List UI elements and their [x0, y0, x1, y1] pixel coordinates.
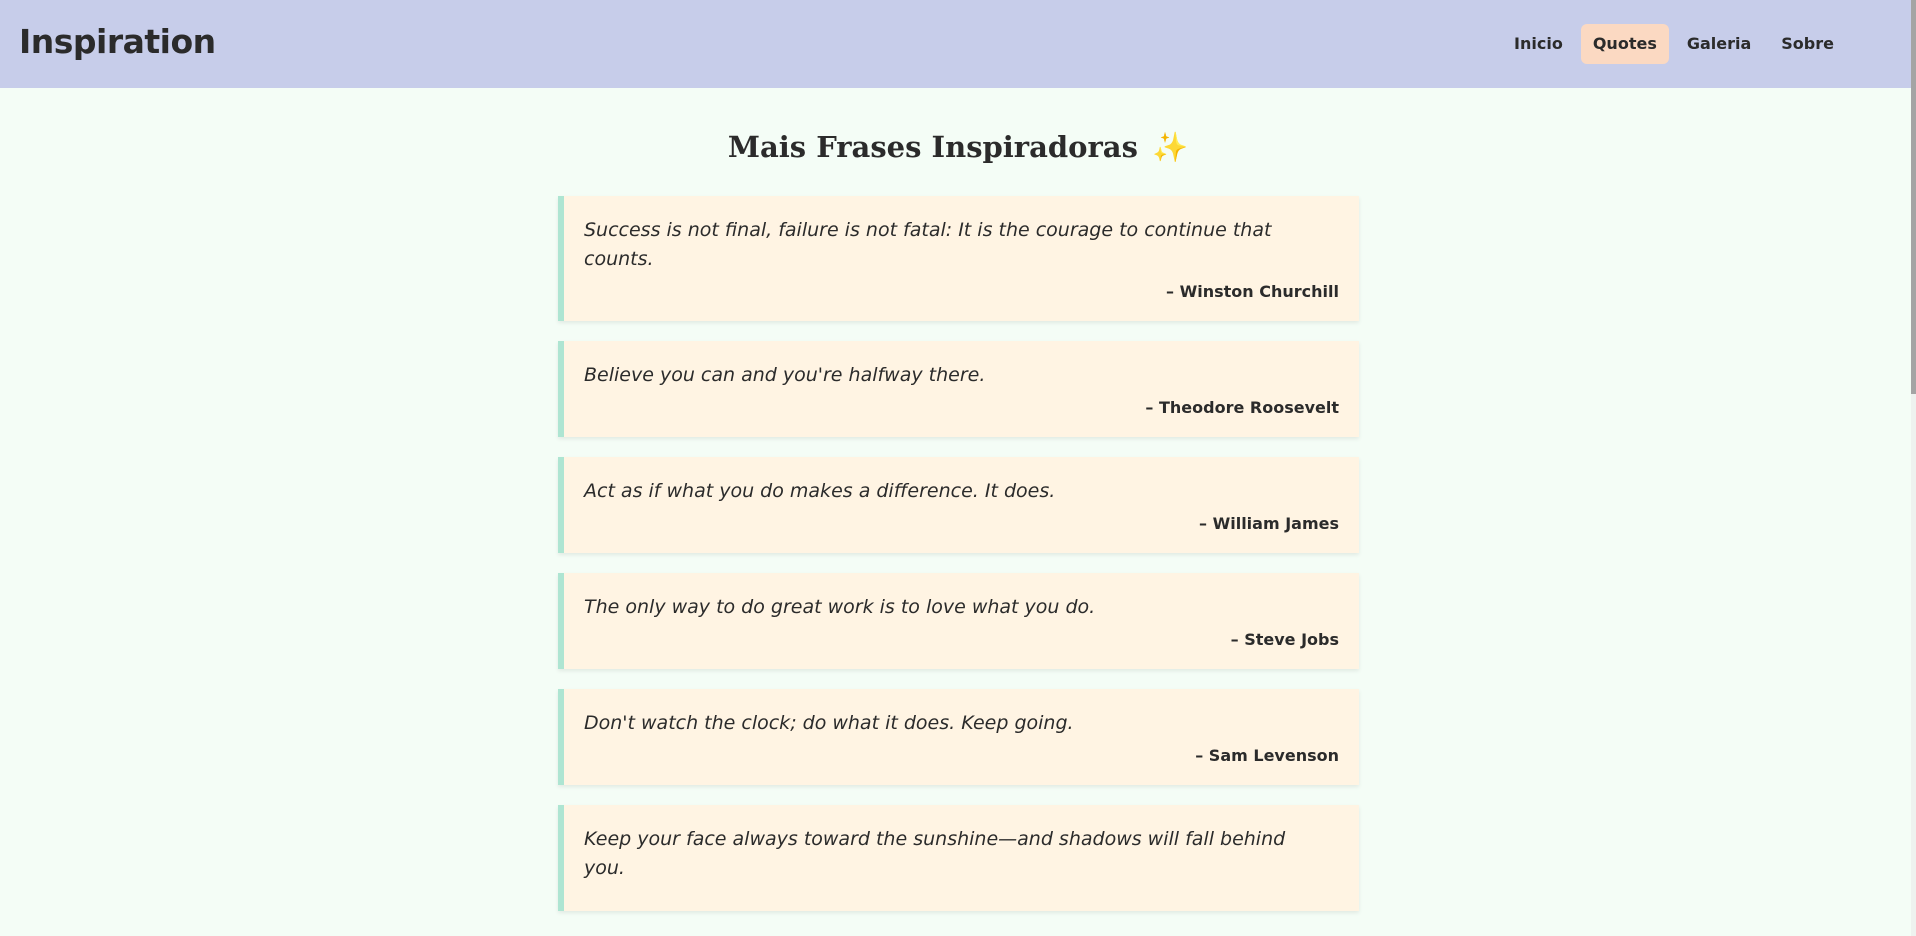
quote-author: – Sam Levenson: [1195, 746, 1339, 765]
nav-link-quotes[interactable]: Quotes: [1580, 24, 1669, 64]
scrollbar-thumb[interactable]: [1911, 0, 1916, 394]
quote-card: Believe you can and you're halfway there…: [558, 341, 1359, 437]
quote-text: The only way to do great work is to love…: [584, 596, 1096, 618]
quote-text: Keep your face always toward the sunshin…: [584, 828, 1286, 879]
quote-text: Act as if what you do makes a difference…: [584, 480, 1056, 502]
quote-author: – Theodore Roosevelt: [1145, 398, 1339, 417]
quote-text: Success is not final, failure is not fat…: [584, 219, 1272, 270]
nav-link-sobre[interactable]: Sobre: [1769, 24, 1846, 64]
quote-author: – Steve Jobs: [1230, 630, 1339, 649]
quote-card: Act as if what you do makes a difference…: [558, 457, 1359, 553]
sparkles-icon: ✨: [1152, 130, 1189, 164]
nav-link-galeria[interactable]: Galeria: [1675, 24, 1763, 64]
quote-author: – William James: [1199, 514, 1339, 533]
page-title: Mais Frases Inspiradoras ✨: [0, 130, 1916, 165]
nav-link-inicio[interactable]: Inicio: [1502, 24, 1575, 64]
site-brand[interactable]: Inspiration: [19, 22, 216, 61]
quotes-list: Success is not final, failure is not fat…: [558, 196, 1359, 931]
quote-author: – Winston Churchill: [1166, 282, 1339, 301]
quote-text: Don't watch the clock; do what it does. …: [584, 712, 1074, 734]
quote-card: Success is not final, failure is not fat…: [558, 196, 1359, 321]
page-title-text: Mais Frases Inspiradoras: [727, 130, 1138, 164]
top-navigation-bar: Inspiration Inicio Quotes Galeria Sobre: [0, 0, 1916, 88]
quote-card: Don't watch the clock; do what it does. …: [558, 689, 1359, 785]
quote-card: Keep your face always toward the sunshin…: [558, 805, 1359, 911]
quote-card: The only way to do great work is to love…: [558, 573, 1359, 669]
main-nav: Inicio Quotes Galeria Sobre: [1502, 24, 1846, 64]
quote-text: Believe you can and you're halfway there…: [584, 364, 986, 386]
